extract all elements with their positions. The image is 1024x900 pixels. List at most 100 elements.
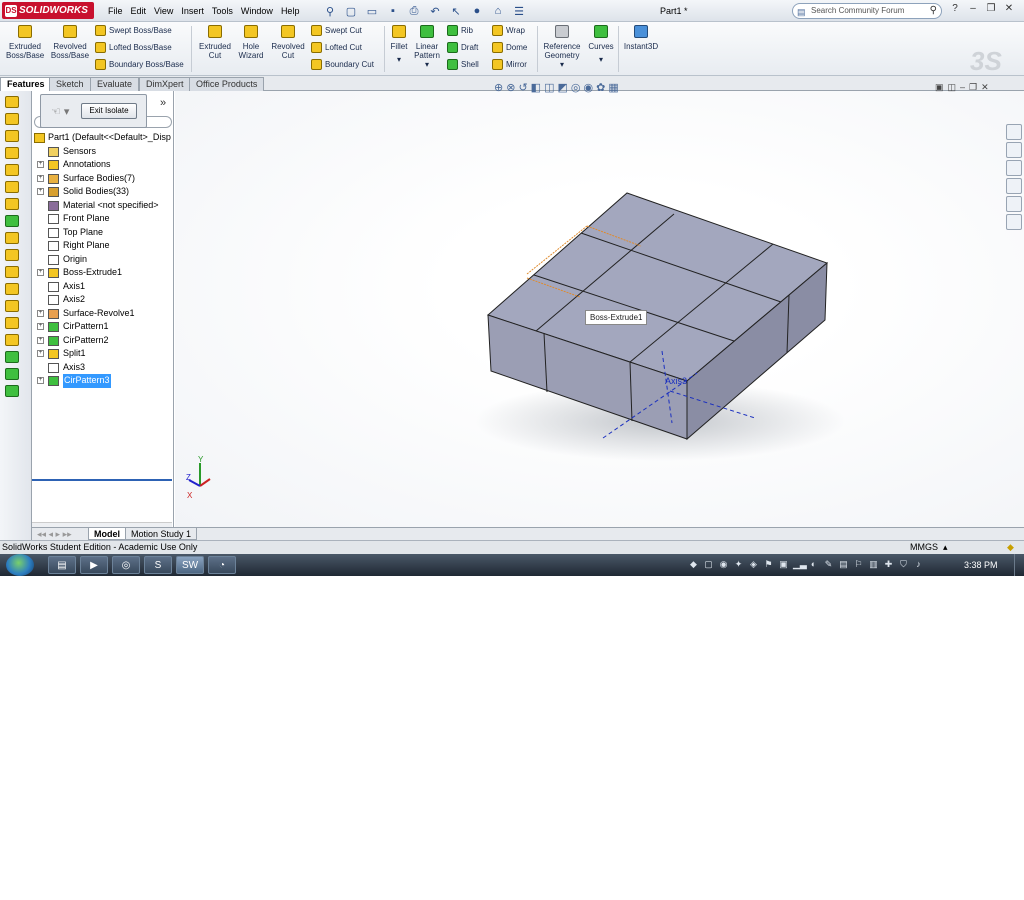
undo-icon[interactable]: ↶ xyxy=(425,3,445,19)
tray-icon[interactable]: ◐ xyxy=(808,558,819,570)
tray-icon[interactable]: ▢ xyxy=(703,558,714,570)
tab-dimxpert[interactable]: DimXpert xyxy=(139,77,191,91)
tray-icon[interactable]: ✦ xyxy=(733,558,744,570)
instant3d-button[interactable]: Instant3D xyxy=(622,25,660,51)
tree-item[interactable]: + Split1 xyxy=(32,347,172,361)
explorer-icon[interactable]: ▤ xyxy=(48,556,76,574)
home-icon[interactable] xyxy=(1006,124,1022,140)
fillet-tool-icon[interactable] xyxy=(5,300,19,312)
linear-pattern-button[interactable]: Linear Pattern ▾ xyxy=(413,25,441,69)
expand-icon[interactable]: + xyxy=(37,350,44,357)
solidworks-logo[interactable]: DS SOLIDWORKS xyxy=(2,2,94,19)
menu-insert[interactable]: Insert xyxy=(177,0,208,22)
revolve-tool-icon[interactable] xyxy=(5,113,19,125)
skype-icon[interactable]: S xyxy=(144,556,172,574)
draft-button[interactable]: Draft xyxy=(447,42,478,54)
boundary-tool-icon[interactable] xyxy=(5,164,19,176)
chevron-down-icon[interactable]: ▾ xyxy=(586,55,616,64)
reference-geometry-button[interactable]: Reference Geometry ▾ xyxy=(540,25,584,69)
dome-button[interactable]: Dome xyxy=(492,42,527,54)
expand-icon[interactable]: + xyxy=(37,188,44,195)
show-desktop-button[interactable] xyxy=(1014,554,1024,576)
tree-item[interactable]: Origin xyxy=(32,253,172,267)
tray-icon[interactable]: ▣ xyxy=(778,558,789,570)
search-community-forum[interactable]: ▤ Search Community Forum ⚲ xyxy=(792,3,942,19)
edit-appearance-icon[interactable]: ◉ xyxy=(583,81,593,94)
swept-boss-button[interactable]: Swept Boss/Base xyxy=(95,25,172,37)
expand-icon[interactable]: + xyxy=(37,377,44,384)
lofted-boss-button[interactable]: Lofted Boss/Base xyxy=(95,42,172,54)
loft-tool-icon[interactable] xyxy=(5,147,19,159)
rib-tool-icon[interactable] xyxy=(5,334,19,346)
viewport-close-icon[interactable]: ✕ xyxy=(981,82,989,93)
curve-tool-icon[interactable] xyxy=(5,385,19,397)
appearances-icon[interactable] xyxy=(1006,196,1022,212)
tree-item[interactable]: + CirPattern3 xyxy=(32,374,172,388)
lofted-cut-button[interactable]: Lofted Cut xyxy=(311,42,362,54)
solidworks-taskbar-icon[interactable]: SW xyxy=(176,556,204,574)
expand-icon[interactable]: + xyxy=(37,336,44,344)
tab-model[interactable]: Model xyxy=(88,528,126,540)
boundary-cut-button[interactable]: Boundary Cut xyxy=(311,59,374,71)
tree-item[interactable]: Axis2 xyxy=(32,293,172,307)
tree-item[interactable]: + Boss-Extrude1 xyxy=(32,266,172,280)
tree-item[interactable]: + CirPattern2 xyxy=(32,334,172,348)
tree-item[interactable]: Front Plane xyxy=(32,212,172,226)
pattern-tool-icon[interactable] xyxy=(5,351,19,363)
extruded-cut-button[interactable]: Extruded Cut xyxy=(196,25,234,60)
print-icon[interactable]: ⎙ xyxy=(404,3,424,19)
expand-icon[interactable]: + xyxy=(37,309,44,317)
view-palette-icon[interactable] xyxy=(1006,178,1022,194)
zoom-to-area-icon[interactable]: ⊗ xyxy=(506,81,515,94)
tray-icon[interactable]: ▤ xyxy=(838,558,849,570)
fillet-button[interactable]: Fillet ▾ xyxy=(387,25,411,64)
menu-edit[interactable]: Edit xyxy=(127,0,151,22)
tray-icon[interactable]: ⚑ xyxy=(763,558,774,570)
file-explorer-icon[interactable] xyxy=(1006,160,1022,176)
thicken-tool-icon[interactable] xyxy=(5,198,19,210)
save-icon[interactable]: ▪ xyxy=(383,3,403,19)
rollback-bar[interactable] xyxy=(32,479,172,481)
menu-window[interactable]: Window xyxy=(237,0,277,22)
menu-help[interactable]: Help xyxy=(277,0,304,22)
chrome-icon[interactable]: ◎ xyxy=(112,556,140,574)
tab-evaluate[interactable]: Evaluate xyxy=(90,77,140,91)
restore-icon[interactable]: ❐ xyxy=(984,3,998,14)
file-properties-icon[interactable]: ⌂ xyxy=(488,3,508,19)
tray-icon[interactable]: ✚ xyxy=(883,558,894,570)
revolved-cut-button[interactable]: Revolved Cut xyxy=(269,25,307,60)
viewport-split-icon[interactable]: ▣ xyxy=(935,82,944,93)
select-pointer-icon[interactable]: ↖ xyxy=(446,3,466,19)
collapse-panel-icon[interactable]: » xyxy=(160,97,166,109)
cut-tool-icon[interactable] xyxy=(5,181,19,193)
media-player-icon[interactable]: ▶ xyxy=(80,556,108,574)
tray-icon[interactable]: ▥ xyxy=(868,558,879,570)
help-icon[interactable]: ? xyxy=(948,3,962,14)
tree-item[interactable]: + Annotations xyxy=(32,158,172,172)
tree-item[interactable]: + Surface-Revolve1 xyxy=(32,307,172,321)
shell-button[interactable]: Shell xyxy=(447,59,479,71)
tray-icon[interactable]: ◆ xyxy=(688,558,699,570)
viewport-restore-icon[interactable]: ❐ xyxy=(969,82,977,93)
tree-item[interactable]: + Surface Bodies(7) xyxy=(32,172,172,186)
menu-file[interactable]: File xyxy=(104,0,127,22)
exit-isolate-button[interactable]: Exit Isolate xyxy=(81,103,137,119)
units-selector[interactable]: MMGS xyxy=(910,541,938,554)
section-view-icon[interactable]: ◧ xyxy=(531,81,541,94)
wifi-icon[interactable]: ▁▃ xyxy=(793,558,807,570)
hide-show-items-icon[interactable]: ◎ xyxy=(571,81,581,94)
rib-button[interactable]: Rib xyxy=(447,25,473,37)
chevron-down-icon[interactable]: ▾ xyxy=(387,55,411,64)
flag-icon[interactable]: ⚐ xyxy=(853,558,864,570)
hole-tool-icon[interactable] xyxy=(5,266,19,278)
tree-item[interactable]: Sensors xyxy=(32,145,172,159)
dome-tool-icon[interactable] xyxy=(5,249,19,261)
pin-icon[interactable]: ⚲ xyxy=(320,3,340,19)
tree-item[interactable]: Axis3 xyxy=(32,361,172,375)
custom-properties-icon[interactable] xyxy=(1006,214,1022,230)
graphics-area[interactable]: Axis3 Y Z X xyxy=(175,91,1024,527)
options-icon[interactable]: ☰ xyxy=(509,3,529,19)
units-chevron-icon[interactable]: ▴ xyxy=(943,541,948,554)
chamfer-tool-icon[interactable] xyxy=(5,317,19,329)
tray-icon[interactable]: ◉ xyxy=(718,558,729,570)
